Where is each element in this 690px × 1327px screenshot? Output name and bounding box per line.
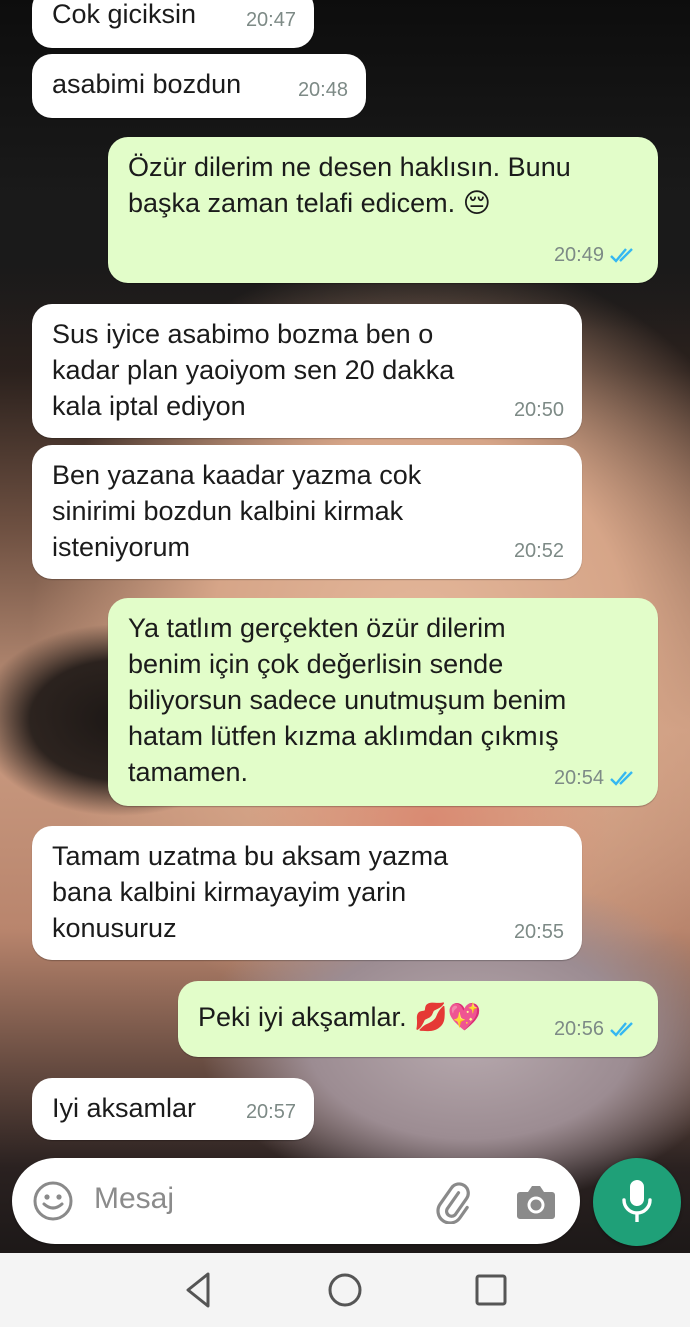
read-ticks-icon bbox=[610, 771, 633, 786]
smiley-icon[interactable] bbox=[32, 1180, 74, 1222]
message-input-placeholder[interactable]: Mesaj bbox=[94, 1182, 174, 1216]
message-text: Özür dilerim ne desen haklısın. Bunu baş… bbox=[128, 152, 571, 218]
message-bubble-outgoing[interactable]: Özür dilerim ne desen haklısın. Bunu baş… bbox=[108, 137, 658, 283]
kiss-heart-emoji: 💋💖 bbox=[414, 1002, 482, 1032]
message-bubble-incoming[interactable]: asabimi bozdun 20:48 bbox=[32, 54, 366, 118]
message-bubble-outgoing[interactable]: Peki iyi akşamlar. 💋💖 20:56 bbox=[178, 981, 658, 1057]
pensive-face-emoji: 😔 bbox=[462, 188, 491, 218]
voice-record-button[interactable] bbox=[593, 1158, 681, 1246]
message-time: 20:54 bbox=[553, 767, 604, 789]
message-input-bar[interactable]: Mesaj bbox=[12, 1158, 580, 1244]
message-bubble-incoming[interactable]: Ben yazana kaadar yazma cok sinirimi boz… bbox=[32, 445, 582, 579]
message-bubble-incoming[interactable]: Sus iyice asabimo bozma ben o kadar plan… bbox=[32, 304, 582, 438]
system-navigation-bar bbox=[0, 1253, 690, 1327]
message-time: 20:52 bbox=[513, 540, 564, 562]
message-time: 20:56 bbox=[553, 1018, 604, 1040]
message-time: 20:47 bbox=[245, 9, 296, 31]
message-time: 20:55 bbox=[513, 921, 564, 943]
message-bubble-incoming[interactable]: Tamam uzatma bu aksam yazma bana kalbini… bbox=[32, 826, 582, 960]
message-text: Ben yazana kaadar yazma cok sinirimi boz… bbox=[52, 460, 422, 562]
message-time: 20:57 bbox=[245, 1101, 296, 1123]
message-time: 20:50 bbox=[513, 399, 564, 421]
read-ticks-icon bbox=[610, 1022, 633, 1037]
message-bubble-incoming[interactable]: Iyi aksamlar 20:57 bbox=[32, 1078, 314, 1140]
microphone-icon bbox=[622, 1180, 652, 1222]
message-time: 20:49 bbox=[553, 244, 604, 266]
message-text: Tamam uzatma bu aksam yazma bana kalbini… bbox=[52, 841, 449, 943]
message-bubble-incoming[interactable]: Cok giciksin 20:47 bbox=[32, 0, 314, 48]
message-text: Sus iyice asabimo bozma ben o kadar plan… bbox=[52, 319, 455, 421]
camera-icon[interactable] bbox=[514, 1182, 558, 1222]
chat-screen: Cok giciksin 20:47 asabimi bozdun 20:48 … bbox=[0, 0, 690, 1327]
paperclip-icon[interactable] bbox=[430, 1180, 474, 1224]
message-time: 20:48 bbox=[297, 79, 348, 101]
back-triangle-icon[interactable] bbox=[178, 1269, 220, 1311]
recents-square-icon[interactable] bbox=[470, 1269, 512, 1311]
read-ticks-icon bbox=[610, 248, 633, 263]
home-circle-icon[interactable] bbox=[324, 1269, 366, 1311]
message-bubble-outgoing[interactable]: Ya tatlım gerçekten özür dilerim benim i… bbox=[108, 598, 658, 806]
